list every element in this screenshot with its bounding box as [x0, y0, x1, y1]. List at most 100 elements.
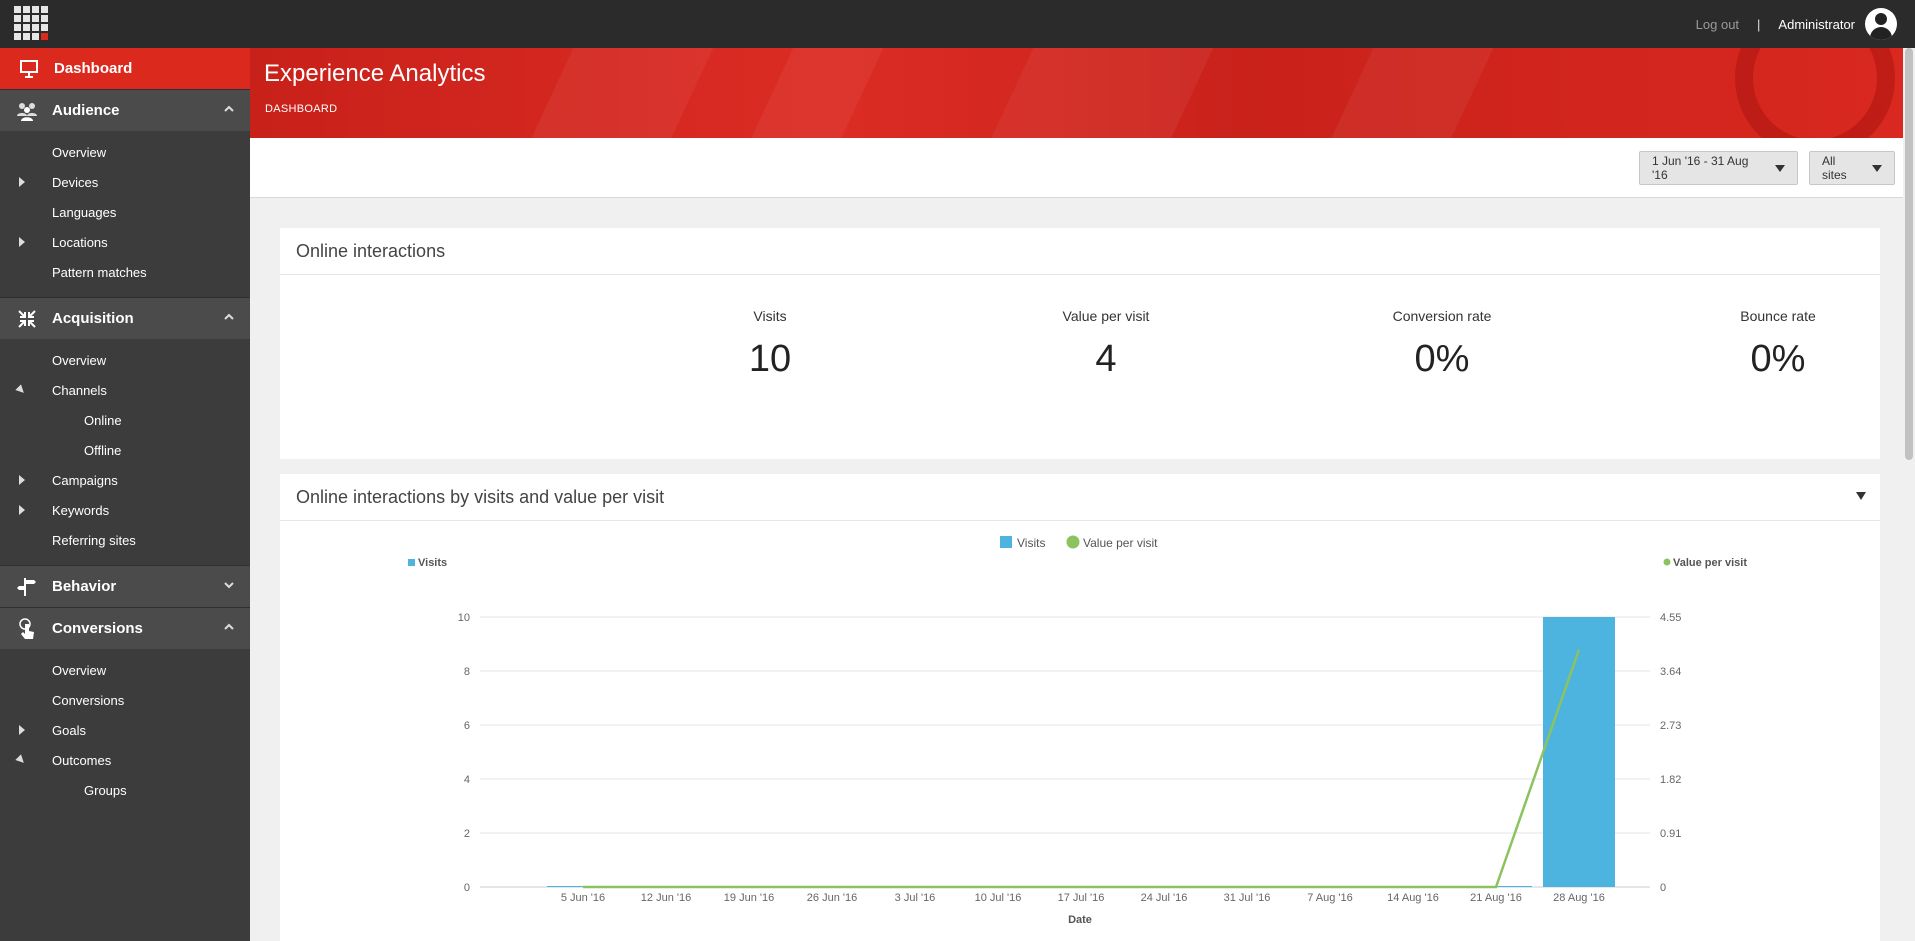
y-left-tick-label: 4	[464, 774, 470, 786]
sidebar-item-campaigns[interactable]: Campaigns	[0, 465, 250, 495]
sidebar-item-keywords[interactable]: Keywords	[0, 495, 250, 525]
scrollbar-thumb[interactable]	[1905, 48, 1913, 460]
sidebar-item-pattern-matches[interactable]: Pattern matches	[0, 257, 250, 287]
expand-arrow-icon[interactable]	[19, 237, 25, 247]
sidebar-item-locations[interactable]: Locations	[0, 227, 250, 257]
sidebar-item-label: Keywords	[52, 502, 110, 518]
collapse-arrow-icon[interactable]	[15, 384, 27, 396]
y-right-tick-label: 0	[1660, 882, 1666, 894]
chevron-up-icon[interactable]	[224, 622, 234, 632]
sidebar-item-label: Online	[84, 412, 122, 428]
panel-title: Online interactions	[280, 228, 1880, 275]
online-interactions-panel: Online interactions Visits 10 Value per …	[280, 228, 1880, 459]
logout-link[interactable]: Log out	[1696, 17, 1739, 32]
sidebar-section-acquisition[interactable]: Acquisition	[0, 297, 250, 339]
avatar-icon[interactable]	[1865, 8, 1897, 40]
x-tick-label: 17 Jul '16	[1058, 892, 1105, 904]
chevron-up-icon[interactable]	[224, 104, 234, 114]
x-tick-label: 26 Jun '16	[807, 892, 857, 904]
arrows-in-icon	[16, 308, 38, 330]
sites-dropdown[interactable]: All sites	[1809, 151, 1895, 185]
y-left-title-swatch	[408, 559, 415, 566]
y-left-tick-label: 10	[458, 612, 470, 624]
y-right-tick-label: 4.55	[1660, 612, 1681, 624]
chevron-up-icon[interactable]	[224, 312, 234, 322]
sidebar-section-label: Acquisition	[52, 310, 134, 327]
kpi-label: Visits	[753, 308, 787, 324]
sidebar-item-online[interactable]: Online	[0, 405, 250, 435]
page-scrollbar[interactable]	[1903, 48, 1915, 941]
sidebar-item-label: Groups	[84, 782, 127, 798]
sidebar-item-audience-overview[interactable]: Overview	[0, 137, 250, 167]
expand-arrow-icon[interactable]	[19, 177, 25, 187]
signpost-icon	[16, 576, 38, 598]
panel-title: Online interactions by visits and value …	[296, 486, 665, 507]
x-tick-label: 12 Jun '16	[641, 892, 691, 904]
x-axis-title: Date	[1068, 914, 1092, 926]
kpi-value: 4	[1095, 338, 1117, 380]
kpi-label: Value per visit	[1062, 308, 1150, 324]
chevron-down-icon[interactable]	[224, 580, 234, 590]
page-header: Experience Analytics DASHBOARD	[250, 48, 1915, 138]
y-right-tick-label: 2.73	[1660, 720, 1681, 732]
sidebar: Dashboard Audience Overview Devices Lang…	[0, 48, 250, 941]
kpi-conversion-rate: Conversion rate 0%	[1342, 308, 1542, 381]
breadcrumb: DASHBOARD	[265, 103, 338, 115]
sidebar-item-conversions-overview[interactable]: Overview	[0, 655, 250, 685]
sidebar-item-dashboard[interactable]: Dashboard	[0, 48, 250, 89]
y-right-tick-label: 3.64	[1660, 666, 1681, 678]
sidebar-item-label: Locations	[52, 234, 108, 250]
y-right-title-swatch	[1663, 558, 1671, 566]
user-area: Log out | Administrator	[1696, 0, 1897, 48]
expand-arrow-icon[interactable]	[19, 725, 25, 735]
caret-down-icon	[1775, 164, 1785, 172]
sidebar-item-label: Overview	[52, 662, 107, 678]
sidebar-item-groups[interactable]: Groups	[0, 775, 250, 805]
sites-label: All sites	[1822, 154, 1847, 182]
caret-down-icon	[1872, 164, 1882, 172]
sidebar-item-languages[interactable]: Languages	[0, 197, 250, 227]
expand-arrow-icon[interactable]	[19, 475, 25, 485]
y-left-tick-label: 0	[464, 882, 470, 894]
collapse-arrow-icon[interactable]	[15, 754, 27, 766]
top-bar: Log out | Administrator	[0, 0, 1915, 48]
sidebar-item-label: Outcomes	[52, 752, 112, 768]
separator: |	[1757, 16, 1761, 32]
sidebar-item-label: Referring sites	[52, 532, 136, 548]
legend-swatch-value-per-visit	[1066, 535, 1080, 549]
sidebar-section-label: Conversions	[52, 620, 143, 637]
username: Administrator	[1778, 16, 1855, 32]
y-right-tick-label: 0.91	[1660, 828, 1681, 840]
sidebar-section-behavior[interactable]: Behavior	[0, 565, 250, 607]
presentation-icon	[18, 58, 40, 80]
x-tick-label: 10 Jul '16	[975, 892, 1022, 904]
sidebar-item-label: Conversions	[52, 692, 125, 708]
kpi-bounce-rate: Bounce rate 0%	[1678, 308, 1878, 381]
x-tick-label: 31 Jul '16	[1224, 892, 1271, 904]
sidebar-item-goals[interactable]: Goals	[0, 715, 250, 745]
sidebar-section-label: Behavior	[52, 578, 117, 595]
sidebar-item-label: Goals	[52, 722, 86, 738]
panel-toggle-icon[interactable]	[1856, 492, 1866, 500]
y-right-tick-label: 1.82	[1660, 774, 1681, 786]
sidebar-section-conversions[interactable]: Conversions	[0, 607, 250, 649]
sidebar-item-referring-sites[interactable]: Referring sites	[0, 525, 250, 555]
expand-arrow-icon[interactable]	[19, 505, 25, 515]
sidebar-item-devices[interactable]: Devices	[0, 167, 250, 197]
sidebar-item-offline[interactable]: Offline	[0, 435, 250, 465]
sidebar-item-outcomes[interactable]: Outcomes	[0, 745, 250, 775]
sidebar-item-label: Dashboard	[54, 60, 133, 77]
page-title: Experience Analytics	[264, 60, 486, 87]
sidebar-item-channels[interactable]: Channels	[0, 375, 250, 405]
x-tick-label: 28 Aug '16	[1553, 892, 1605, 904]
kpi-value-per-visit: Value per visit 4	[1006, 308, 1206, 381]
sidebar-section-audience[interactable]: Audience	[0, 89, 250, 131]
app-launcher-icon[interactable]	[14, 6, 48, 40]
y-right-title: Value per visit	[1673, 557, 1747, 569]
legend-label-value-per-visit: Value per visit	[1083, 536, 1158, 550]
sidebar-item-conversions[interactable]: Conversions	[0, 685, 250, 715]
date-range-label: 1 Jun '16 - 31 Aug '16	[1652, 154, 1749, 182]
kpi-value: 10	[748, 338, 792, 380]
sidebar-item-acquisition-overview[interactable]: Overview	[0, 345, 250, 375]
date-range-dropdown[interactable]: 1 Jun '16 - 31 Aug '16	[1639, 151, 1798, 185]
